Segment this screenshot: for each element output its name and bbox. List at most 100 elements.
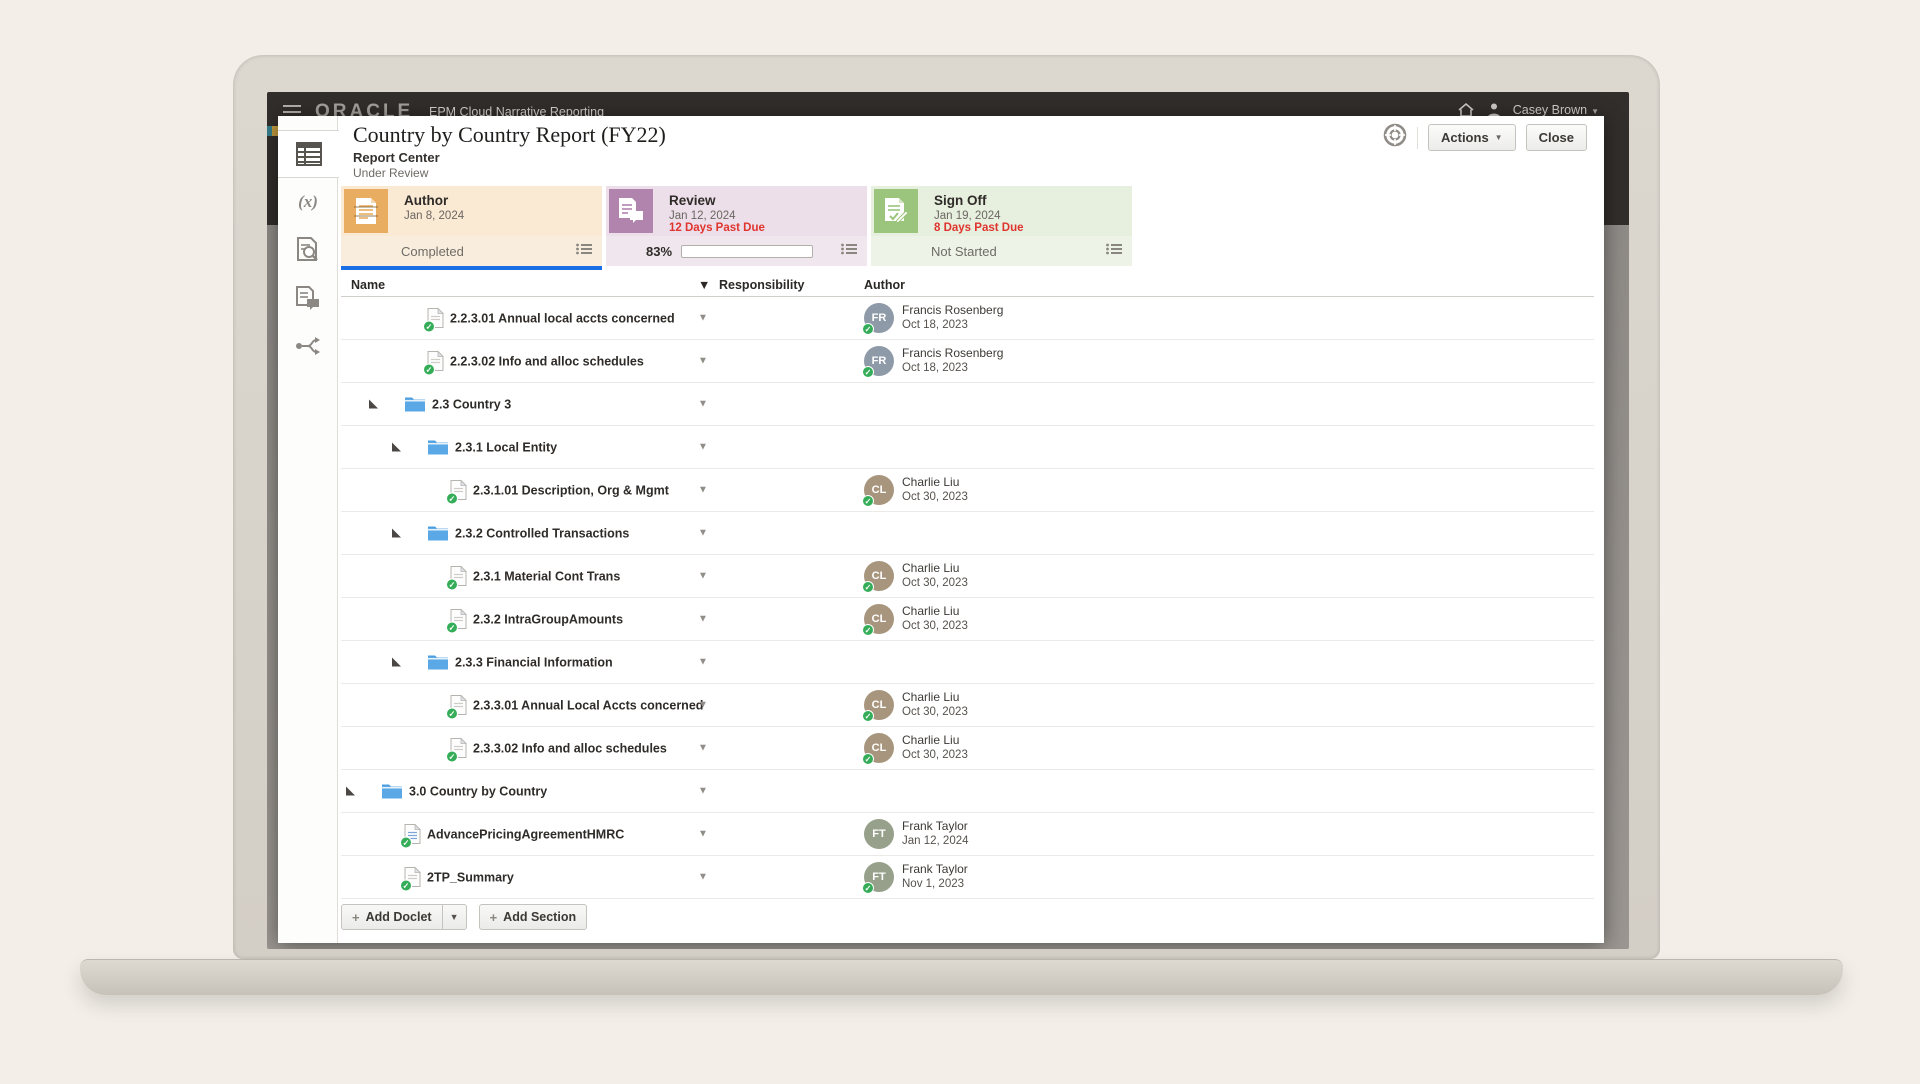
sidebar-item-workflow[interactable] bbox=[278, 322, 338, 370]
add-doclet-dropdown[interactable]: ▼ bbox=[442, 905, 466, 929]
table-row[interactable]: ✓ 2.2.3.02 Info and alloc schedules ▼ FR… bbox=[341, 340, 1594, 383]
expand-collapse-icon[interactable] bbox=[392, 529, 401, 538]
row-menu-chevron-icon[interactable]: ▼ bbox=[698, 700, 708, 711]
actions-button[interactable]: Actions▼ bbox=[1428, 124, 1516, 151]
help-icon[interactable] bbox=[1383, 123, 1407, 152]
expand-collapse-icon[interactable] bbox=[392, 658, 401, 667]
variables-icon: (x) bbox=[298, 192, 318, 212]
table-row[interactable]: 2.3.2 Controlled Transactions ▼ ✓ bbox=[341, 512, 1594, 555]
column-menu-chevron-icon[interactable]: ▼ bbox=[698, 278, 710, 292]
author-date: Oct 30, 2023 bbox=[902, 619, 968, 634]
column-header-responsibility[interactable]: Responsibility bbox=[719, 278, 804, 292]
row-menu-chevron-icon[interactable]: ▼ bbox=[698, 786, 708, 797]
table-row[interactable]: ✓ 2.3.1.01 Description, Org & Mgmt ▼ CL … bbox=[341, 469, 1594, 512]
report-center-panel: (x) Country by Country Report (FY22) Rep… bbox=[278, 116, 1604, 943]
sidebar-item-validate[interactable] bbox=[278, 226, 338, 274]
author-date: Oct 18, 2023 bbox=[902, 318, 1003, 333]
row-name[interactable]: 2.3.1.01 Description, Org & Mgmt bbox=[473, 483, 669, 497]
doclet-complete-check-icon: ✓ bbox=[400, 837, 412, 849]
stage-detail-list-icon[interactable] bbox=[576, 242, 592, 260]
stage-date: Jan 8, 2024 bbox=[404, 210, 464, 222]
row-name[interactable]: 3.0 Country by Country bbox=[409, 784, 547, 798]
row-menu-chevron-icon[interactable]: ▼ bbox=[698, 399, 708, 410]
approved-check-icon: ✓ bbox=[862, 495, 874, 507]
stage-card-author[interactable]: Author Jan 8, 2024 Completed bbox=[341, 186, 602, 266]
table-row[interactable]: ✓ 2.3.2 IntraGroupAmounts ▼ CL ✓ Charlie… bbox=[341, 598, 1594, 641]
doclet-table: Name ▼ Responsibility Author ✓ 2.2.3.01 … bbox=[341, 278, 1594, 899]
row-name[interactable]: 2.3 Country 3 bbox=[432, 397, 511, 411]
column-header-author[interactable]: Author bbox=[864, 278, 905, 292]
add-section-button[interactable]: +Add Section bbox=[479, 904, 588, 930]
author-cell: CL ✓ Charlie Liu Oct 30, 2023 bbox=[864, 733, 968, 763]
row-name[interactable]: 2.3.2 IntraGroupAmounts bbox=[473, 612, 623, 626]
doclet-icon: ✓ bbox=[450, 695, 467, 716]
row-name[interactable]: 2.3.3.02 Info and alloc schedules bbox=[473, 741, 667, 755]
stage-title: Review bbox=[669, 193, 765, 208]
row-menu-chevron-icon[interactable]: ▼ bbox=[698, 442, 708, 453]
avatar: FT ✓ bbox=[864, 819, 894, 849]
avatar: FR ✓ bbox=[864, 303, 894, 333]
row-name[interactable]: AdvancePricingAgreementHMRC bbox=[427, 827, 624, 841]
close-button[interactable]: Close bbox=[1526, 124, 1587, 151]
table-row[interactable]: ✓ 2.3.3.02 Info and alloc schedules ▼ CL… bbox=[341, 727, 1594, 770]
row-menu-chevron-icon[interactable]: ▼ bbox=[698, 571, 708, 582]
user-menu[interactable]: Casey Brown▼ bbox=[1513, 103, 1599, 117]
table-row[interactable]: ✓ 2TP_Summary ▼ FT ✓ Frank Taylor Nov 1,… bbox=[341, 856, 1594, 899]
row-name[interactable]: 2.3.2 Controlled Transactions bbox=[455, 526, 629, 540]
report-status: Under Review bbox=[353, 166, 428, 180]
table-row[interactable]: 2.3 Country 3 ▼ ✓ bbox=[341, 383, 1594, 426]
row-name[interactable]: 2.2.3.02 Info and alloc schedules bbox=[450, 354, 644, 368]
plus-icon: + bbox=[490, 910, 498, 925]
table-row[interactable]: ✓ 2.2.3.01 Annual local accts concerned … bbox=[341, 297, 1594, 340]
avatar: CL ✓ bbox=[864, 561, 894, 591]
add-doclet-button[interactable]: +Add Doclet bbox=[342, 905, 442, 929]
row-menu-chevron-icon[interactable]: ▼ bbox=[698, 829, 708, 840]
row-name[interactable]: 2.3.1 Material Cont Trans bbox=[473, 569, 620, 583]
row-menu-chevron-icon[interactable]: ▼ bbox=[698, 872, 708, 883]
author-date: Oct 18, 2023 bbox=[902, 361, 1003, 376]
table-row[interactable]: ✓ 2.3.1 Material Cont Trans ▼ CL ✓ Charl… bbox=[341, 555, 1594, 598]
avatar: CL ✓ bbox=[864, 475, 894, 505]
row-menu-chevron-icon[interactable]: ▼ bbox=[698, 528, 708, 539]
stage-card-signoff[interactable]: Sign Off Jan 19, 2024 8 Days Past Due No… bbox=[871, 186, 1132, 266]
approved-check-icon: ✓ bbox=[862, 366, 874, 378]
sidebar-item-variables[interactable]: (x) bbox=[278, 178, 338, 226]
sidebar-item-comments[interactable] bbox=[278, 274, 338, 322]
row-menu-chevron-icon[interactable]: ▼ bbox=[698, 657, 708, 668]
approved-check-icon: ✓ bbox=[862, 581, 874, 593]
table-row[interactable]: ✓ 2.3.3.01 Annual Local Accts concerned … bbox=[341, 684, 1594, 727]
column-header-name[interactable]: Name bbox=[351, 278, 385, 292]
row-menu-chevron-icon[interactable]: ▼ bbox=[698, 614, 708, 625]
row-name[interactable]: 2.3.1 Local Entity bbox=[455, 440, 557, 454]
row-name[interactable]: 2.3.3 Financial Information bbox=[455, 655, 613, 669]
table-row[interactable]: 2.3.1 Local Entity ▼ ✓ bbox=[341, 426, 1594, 469]
expand-collapse-icon[interactable] bbox=[369, 400, 378, 409]
expand-collapse-icon[interactable] bbox=[392, 443, 401, 452]
sidebar-item-report-center[interactable] bbox=[278, 130, 339, 178]
stage-detail-list-icon[interactable] bbox=[841, 242, 857, 260]
doclet-icon: ✓ bbox=[427, 308, 444, 329]
row-name[interactable]: 2.3.3.01 Annual Local Accts concerned bbox=[473, 698, 703, 712]
doclet-complete-check-icon: ✓ bbox=[446, 622, 458, 634]
row-name[interactable]: 2.2.3.01 Annual local accts concerned bbox=[450, 311, 675, 325]
doclet-icon: ✓ bbox=[404, 867, 421, 888]
stage-detail-list-icon[interactable] bbox=[1106, 242, 1122, 260]
row-menu-chevron-icon[interactable]: ▼ bbox=[698, 743, 708, 754]
table-row[interactable]: ✓ AdvancePricingAgreementHMRC ▼ FT ✓ Fra… bbox=[341, 813, 1594, 856]
page-title: Country by Country Report (FY22) bbox=[353, 122, 666, 148]
doclet-icon: ✓ bbox=[450, 609, 467, 630]
author-name: Francis Rosenberg bbox=[902, 346, 1003, 361]
doclet-complete-check-icon: ✓ bbox=[423, 364, 435, 376]
author-stage-icon bbox=[344, 189, 388, 233]
plus-icon: + bbox=[352, 910, 360, 925]
table-row[interactable]: 3.0 Country by Country ▼ ✓ bbox=[341, 770, 1594, 813]
row-menu-chevron-icon[interactable]: ▼ bbox=[698, 313, 708, 324]
author-cell: FR ✓ Francis Rosenberg Oct 18, 2023 bbox=[864, 346, 1003, 376]
table-row[interactable]: 2.3.3 Financial Information ▼ ✓ bbox=[341, 641, 1594, 684]
row-menu-chevron-icon[interactable]: ▼ bbox=[698, 485, 708, 496]
row-name[interactable]: 2TP_Summary bbox=[427, 870, 514, 884]
chevron-down-icon: ▼ bbox=[1495, 133, 1503, 142]
row-menu-chevron-icon[interactable]: ▼ bbox=[698, 356, 708, 367]
expand-collapse-icon[interactable] bbox=[346, 787, 355, 796]
stage-card-review[interactable]: Review Jan 12, 2024 12 Days Past Due 83% bbox=[606, 186, 867, 266]
